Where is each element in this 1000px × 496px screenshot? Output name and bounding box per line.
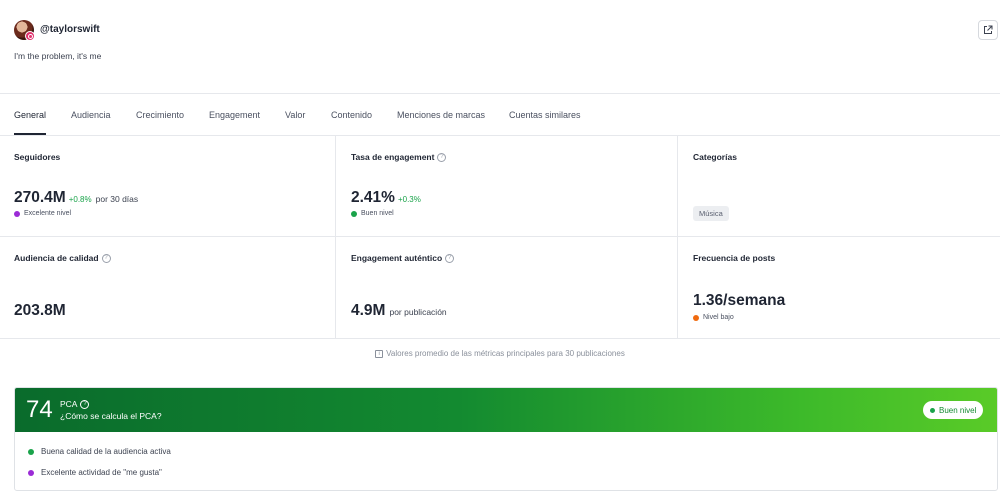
pca-how-calculated-link[interactable]: ¿Cómo se calcula el PCA? — [60, 411, 162, 421]
tab-bar: General Audiencia Crecimiento Engagement… — [0, 94, 1000, 136]
categories-label: Categorías — [693, 152, 737, 162]
quality-audience-value: 203.8M — [14, 302, 66, 319]
followers-card: Seguidores 270.4M +0.8% por 30 días Excele… — [0, 136, 335, 237]
question-icon[interactable]: ? — [80, 399, 90, 409]
engagement-rate-value: 2.41% +0.3% — [351, 189, 421, 206]
metrics-footnote: i Valores promedio de las métricas princ… — [0, 349, 1000, 358]
engagement-rate-label: Tasa de engagement? — [351, 152, 447, 162]
pca-item: Buena calidad de la audiencia activa — [28, 447, 171, 456]
followers-label: Seguidores — [14, 152, 61, 162]
authentic-engagement-unit: por publicación — [389, 307, 447, 317]
level-dot-icon — [930, 407, 935, 413]
tab-audiencia[interactable]: Audiencia — [71, 110, 111, 120]
followers-value: 270.4M +0.8% por 30 días — [14, 189, 139, 206]
tab-engagement[interactable]: Engagement — [209, 110, 260, 120]
tab-contenido[interactable]: Contenido — [331, 110, 372, 120]
post-frequency-level: Nivel bajo — [693, 314, 734, 321]
authentic-engagement-label: Engagement auténtico? — [351, 253, 455, 263]
bullet-dot-icon — [28, 448, 34, 455]
username[interactable]: @taylorswift — [40, 24, 100, 35]
post-frequency-card: Frecuencia de posts 1.36/semana Nivel ba… — [677, 237, 1000, 339]
tab-cuentas-similares[interactable]: Cuentas similares — [509, 110, 581, 120]
tab-valor[interactable]: Valor — [285, 110, 305, 120]
help-icon[interactable]: ? — [445, 253, 455, 263]
level-dot-icon — [14, 210, 20, 217]
bullet-dot-icon — [28, 469, 34, 476]
followers-period: por 30 días — [95, 194, 139, 204]
pca-header: 74 PCA? ¿Cómo se calcula el PCA? Buen ni… — [15, 388, 997, 432]
post-frequency-label: Frecuencia de posts — [693, 253, 776, 263]
authentic-engagement-value: 4.9M por publicación — [351, 302, 447, 319]
engagement-rate-card: Tasa de engagement? 2.41% +0.3% Buen nive… — [335, 136, 677, 237]
authentic-engagement-card: Engagement auténtico? 4.9M por publicació… — [335, 237, 677, 339]
tab-menciones-de-marcas[interactable]: Menciones de marcas — [397, 110, 485, 120]
level-dot-icon — [351, 210, 357, 217]
level-dot-icon — [693, 314, 699, 321]
help-icon[interactable]: ? — [101, 253, 111, 263]
engagement-rate-level: Buen nivel — [351, 210, 394, 217]
tab-crecimiento[interactable]: Crecimiento — [136, 110, 184, 120]
categories-card: Categorías Música — [677, 136, 1000, 237]
engagement-rate-delta: +0.3% — [397, 195, 421, 204]
help-icon[interactable]: ? — [437, 152, 447, 162]
quality-audience-card: Audiencia de calidad? 203.8M — [0, 237, 335, 339]
external-link-button[interactable] — [978, 20, 998, 40]
pca-item: Excelente actividad de "me gusta" — [28, 468, 162, 477]
info-icon: i — [375, 349, 384, 358]
category-tag[interactable]: Música — [693, 206, 729, 221]
pca-level-badge: Buen nivel — [923, 401, 984, 419]
post-frequency-value: 1.36/semana — [693, 292, 786, 309]
tab-general[interactable]: General — [14, 110, 46, 120]
pca-score: 74 — [26, 396, 53, 423]
pca-card: 74 PCA? ¿Cómo se calcula el PCA? Buen ni… — [14, 387, 998, 491]
active-tab-indicator — [14, 133, 46, 135]
followers-delta: +0.8% — [68, 195, 92, 204]
quality-audience-label: Audiencia de calidad? — [14, 253, 111, 263]
metrics-grid: Seguidores 270.4M +0.8% por 30 días Excele… — [0, 136, 1000, 339]
profile-header: @taylorswift I'm the problem, it's me — [0, 0, 1000, 94]
instagram-icon — [25, 31, 35, 41]
external-link-icon — [984, 25, 993, 34]
followers-level: Excelente nivel — [14, 210, 71, 217]
pca-title: PCA? — [60, 399, 90, 409]
profile-bio: I'm the problem, it's me — [14, 51, 102, 61]
